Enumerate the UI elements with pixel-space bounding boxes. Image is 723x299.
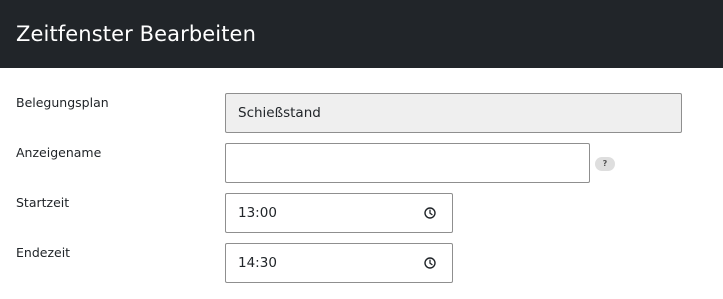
- help-icon[interactable]: ?: [595, 157, 615, 171]
- endezeit-value: 14:30: [238, 255, 277, 271]
- clock-icon[interactable]: [424, 207, 436, 219]
- endezeit-input[interactable]: 14:30: [225, 243, 453, 283]
- anzeigename-label: Anzeigename: [16, 145, 102, 160]
- startzeit-input[interactable]: 13:00: [225, 193, 453, 233]
- anzeigename-input[interactable]: [225, 143, 590, 183]
- page-title: Zeitfenster Bearbeiten: [16, 22, 256, 46]
- endezeit-label: Endezeit: [16, 245, 71, 260]
- clock-icon[interactable]: [424, 257, 436, 269]
- belegungsplan-field: Schießstand: [225, 93, 682, 133]
- startzeit-value: 13:00: [238, 205, 277, 221]
- page-header: Zeitfenster Bearbeiten: [0, 0, 723, 68]
- startzeit-label: Startzeit: [16, 195, 70, 210]
- belegungsplan-value: Schießstand: [238, 105, 321, 121]
- belegungsplan-label: Belegungsplan: [16, 95, 109, 110]
